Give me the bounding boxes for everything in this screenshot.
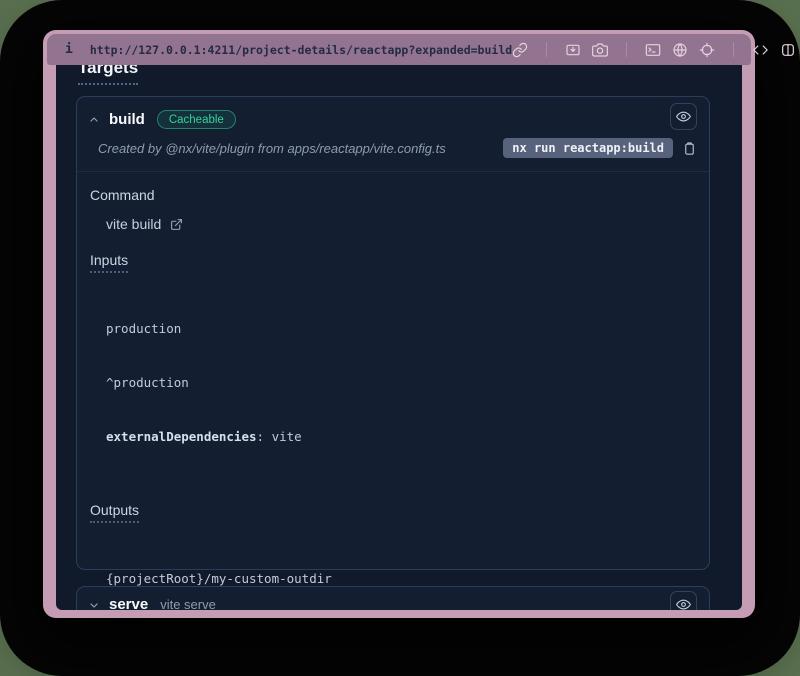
topbar-separator: [733, 42, 734, 57]
chevron-up-icon: [88, 114, 100, 126]
run-command-chip: nx run reactapp:build: [503, 138, 673, 158]
view-target-button[interactable]: [670, 591, 697, 610]
input-item: ^production: [106, 374, 695, 392]
input-item: externalDependencies: vite: [106, 428, 695, 446]
external-link-icon[interactable]: [170, 218, 183, 231]
created-by-row: Created by @nx/vite/plugin from apps/rea…: [77, 129, 709, 172]
link-icon[interactable]: [512, 42, 528, 58]
topbar-separator: [626, 42, 627, 57]
serve-header-toggle[interactable]: serve vite serve: [77, 587, 709, 610]
panel-columns-icon[interactable]: [780, 42, 796, 58]
topbar-separator: [546, 42, 547, 57]
outputs-label[interactable]: Outputs: [90, 502, 139, 523]
view-target-button[interactable]: [670, 103, 697, 130]
address-url[interactable]: http://127.0.0.1:4211/project-details/re…: [90, 43, 512, 57]
created-by-text: Created by @nx/vite/plugin from apps/rea…: [98, 141, 494, 156]
info-icon[interactable]: i: [65, 42, 73, 57]
inputs-label[interactable]: Inputs: [90, 252, 128, 273]
cacheable-badge: Cacheable: [157, 110, 236, 129]
terminal-icon[interactable]: [645, 42, 661, 58]
target-subtitle: vite serve: [160, 597, 216, 610]
import-icon[interactable]: [565, 42, 581, 58]
command-value: vite build: [106, 216, 161, 232]
copy-icon[interactable]: [682, 141, 697, 156]
page-content: Targets build Cacheable Created by @nx/v…: [56, 65, 742, 610]
targets-heading[interactable]: Targets: [78, 65, 138, 85]
command-section: Command vite build: [90, 187, 695, 232]
browser-window: i http://127.0.0.1:4211/project-details/…: [43, 30, 755, 618]
target-detail-body: Command vite build Inputs production ^pr…: [77, 172, 709, 610]
target-name: build: [109, 111, 145, 128]
target-card-build: build Cacheable Created by @nx/vite/plug…: [76, 96, 710, 570]
chevron-down-icon: [88, 599, 100, 611]
code-icon[interactable]: [752, 42, 769, 58]
command-label: Command: [90, 187, 155, 203]
build-header-toggle[interactable]: build Cacheable: [77, 97, 709, 129]
globe-icon[interactable]: [672, 42, 688, 58]
target-name: serve: [109, 596, 148, 610]
browser-topbar: i http://127.0.0.1:4211/project-details/…: [47, 34, 751, 65]
target-card-serve: serve vite serve: [76, 586, 710, 610]
inputs-section: Inputs production ^production externalDe…: [90, 252, 695, 482]
input-item: production: [106, 320, 695, 338]
camera-icon[interactable]: [592, 42, 608, 58]
target-icon[interactable]: [699, 42, 715, 58]
